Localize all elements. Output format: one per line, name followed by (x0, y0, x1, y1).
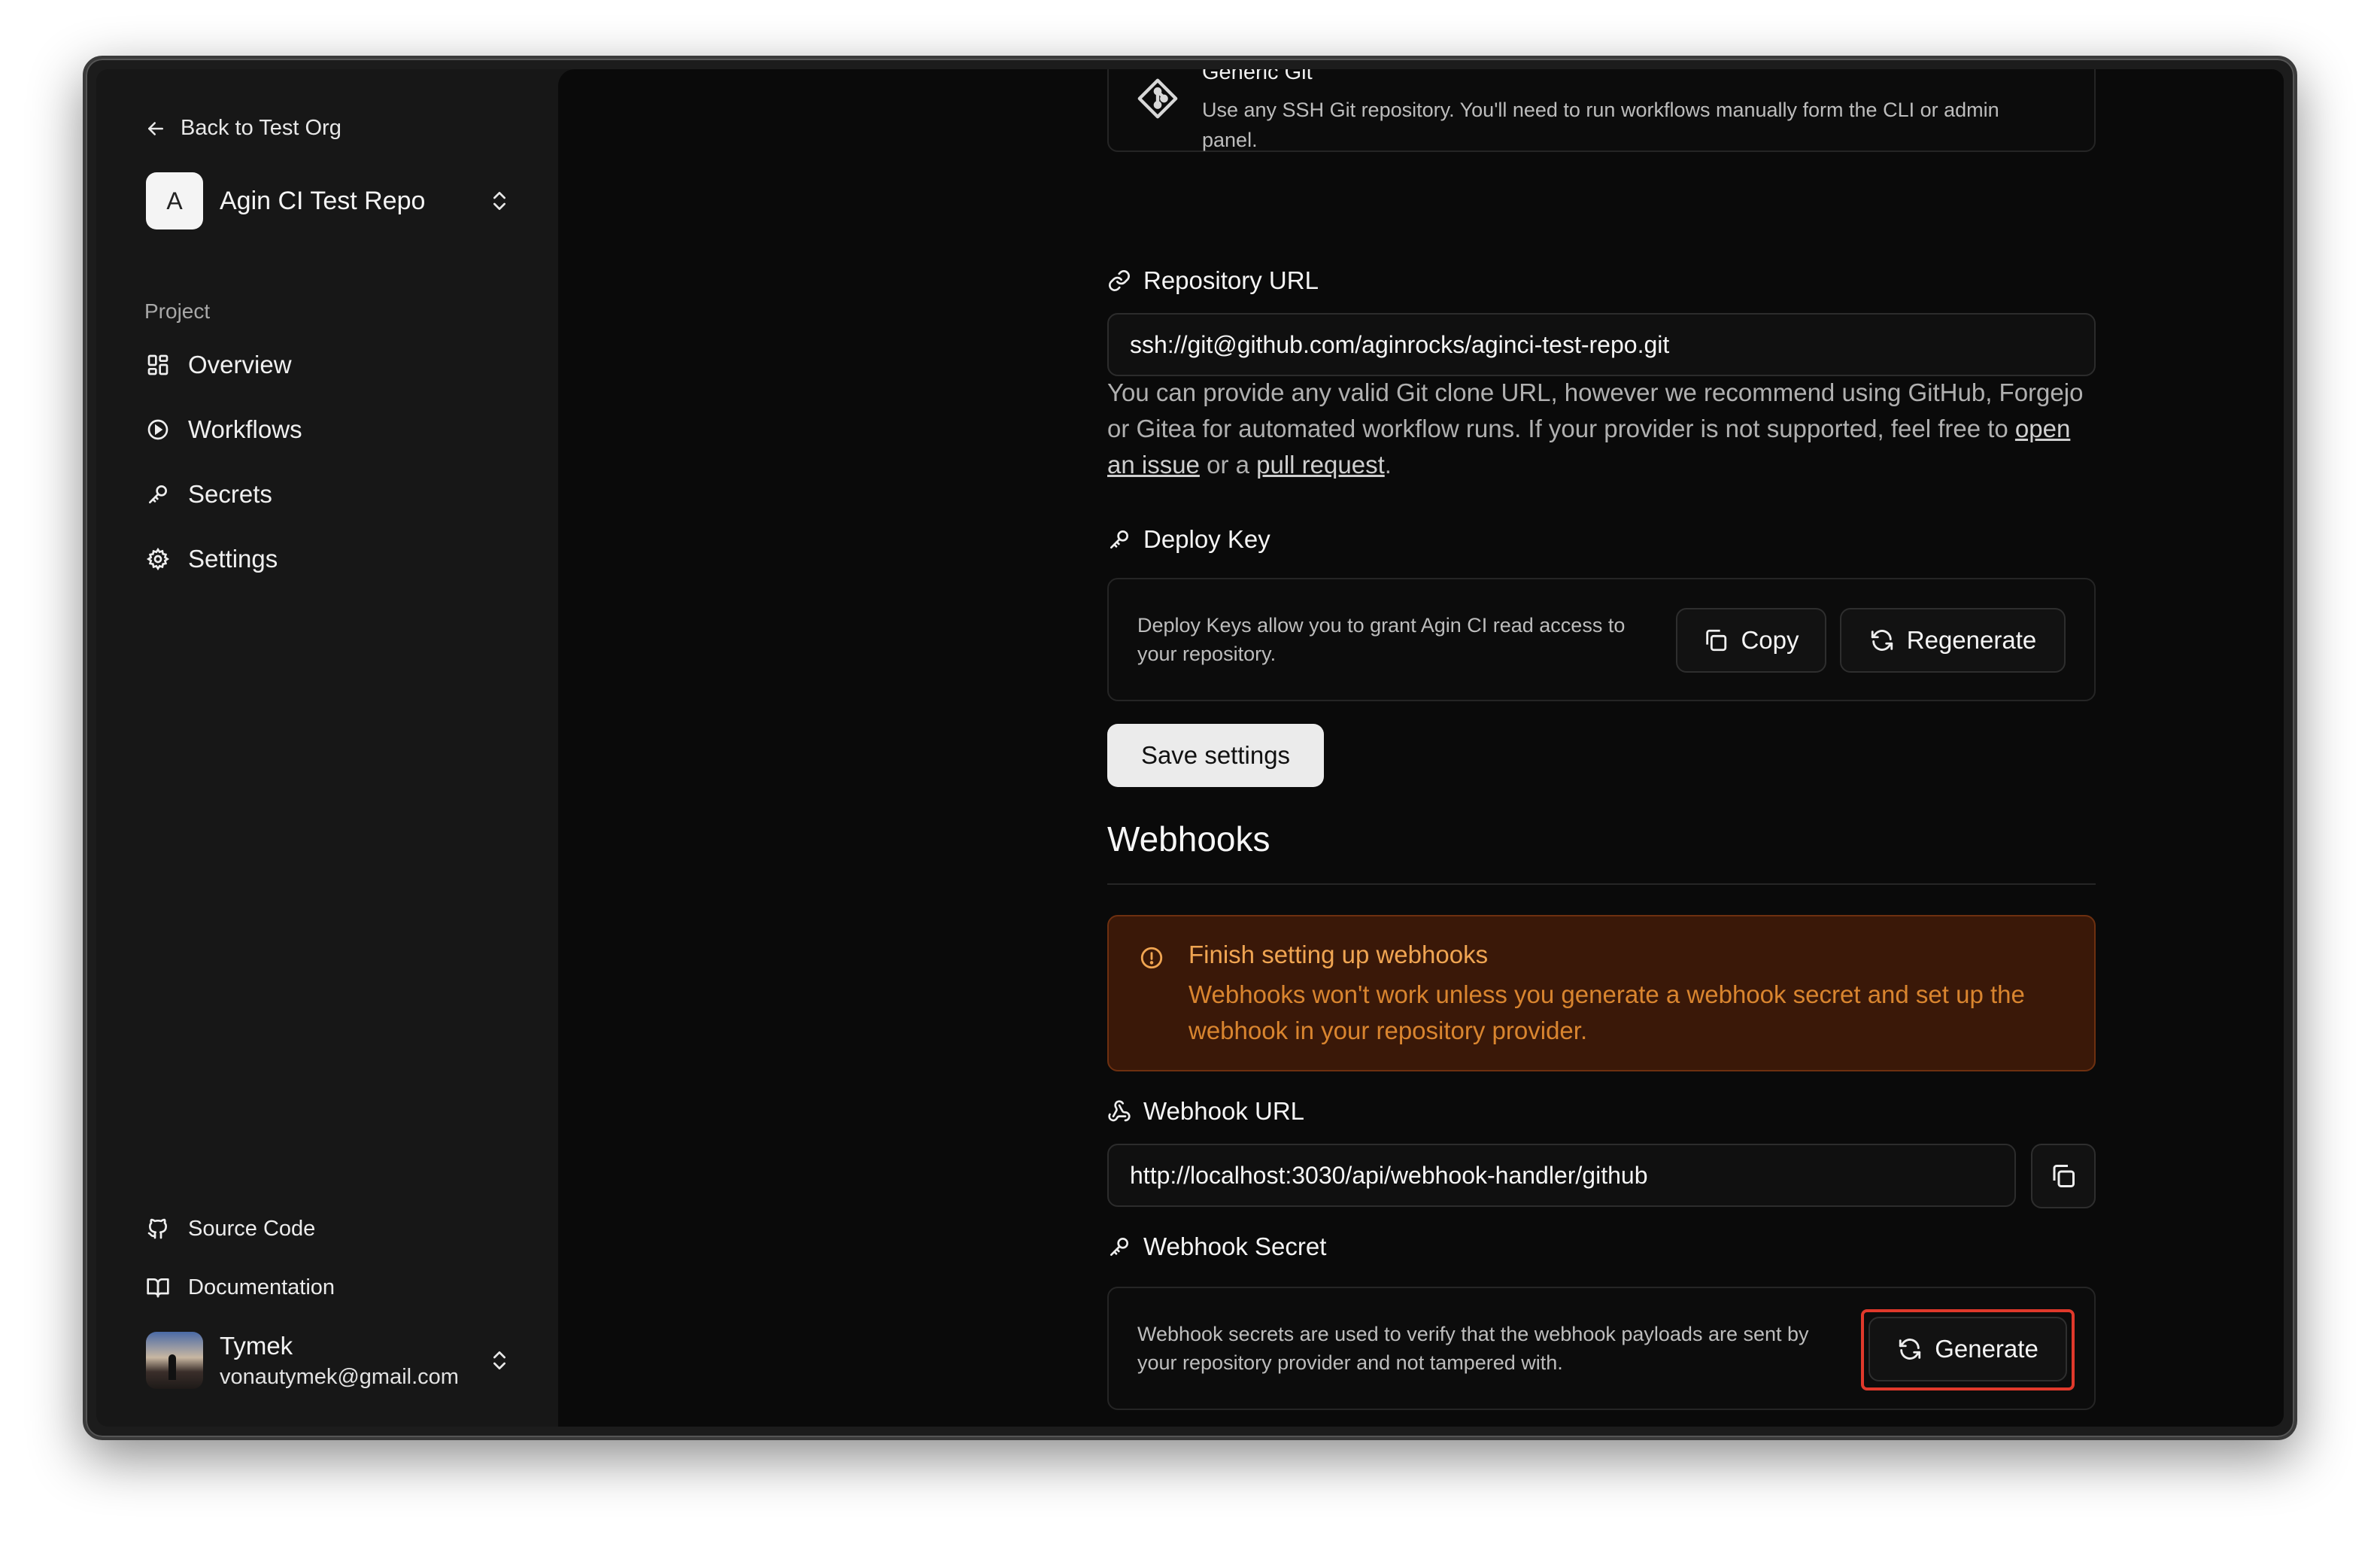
overview-icon (147, 354, 168, 375)
sidebar: Back to Test Org A Agin CI Test Repo Pro… (96, 69, 558, 1427)
project-avatar: A (146, 172, 203, 229)
alert-circle-icon (1140, 947, 1163, 969)
copy-webhook-url-button[interactable] (2031, 1144, 2096, 1208)
chevron-up-down-icon (493, 1351, 505, 1369)
refresh-icon (1899, 1339, 1921, 1360)
section-divider (1107, 883, 2096, 885)
project-switcher[interactable]: A Agin CI Test Repo (138, 167, 522, 235)
book-icon (147, 1278, 169, 1298)
sidebar-item-label: Workflows (188, 415, 302, 443)
key-icon (1110, 530, 1128, 549)
generic-git-description: Use any SSH Git repository. You'll need … (1202, 99, 1999, 151)
user-name: Tymek (220, 1331, 293, 1360)
git-icon (1137, 78, 1178, 119)
key-icon (1110, 1238, 1128, 1256)
avatar (146, 1332, 203, 1389)
webhook-url-label: Webhook URL (1107, 1097, 1304, 1126)
sidebar-item-label: Settings (188, 545, 278, 573)
webhook-secret-label-text: Webhook Secret (1143, 1232, 1327, 1260)
webhook-url-label-text: Webhook URL (1143, 1097, 1305, 1125)
pull-request-link[interactable]: pull request (1256, 451, 1385, 479)
chevron-up-down-icon (493, 191, 505, 210)
sidebar-item-label: Secrets (188, 480, 272, 508)
deploy-key-label-text: Deploy Key (1143, 525, 1270, 553)
source-code-label: Source Code (188, 1216, 316, 1241)
sidebar-item-workflows[interactable]: Workflows (138, 397, 522, 462)
back-to-org-link[interactable]: Back to Test Org (144, 116, 342, 141)
project-name: Agin CI Test Repo (220, 186, 426, 215)
link-icon (1109, 270, 1130, 291)
source-code-link[interactable]: Source Code (138, 1199, 522, 1258)
copy-button-label: Copy (1741, 626, 1799, 654)
repository-url-label: Repository URL (1107, 266, 1319, 295)
documentation-label: Documentation (188, 1275, 335, 1299)
app-frame: Back to Test Org A Agin CI Test Repo Pro… (96, 69, 2284, 1427)
play-circle-icon (147, 419, 168, 440)
deploy-key-card: Deploy Keys allow you to grant Agin CI r… (1107, 578, 2096, 701)
copy-icon (1706, 629, 1727, 652)
save-settings-button[interactable]: Save settings (1107, 724, 1324, 787)
project-nav: Overview Workflows Secrets Settings (138, 333, 522, 591)
generic-git-title: Generic Git (1202, 69, 1313, 84)
generate-webhook-secret-button[interactable]: Generate (1868, 1317, 2067, 1381)
deploy-key-label: Deploy Key (1107, 525, 1270, 554)
alert-title: Finish setting up webhooks (1188, 941, 1489, 968)
webhooks-section-title: Webhooks (1107, 819, 1270, 859)
repository-url-input[interactable]: ssh://git@github.com/aginrocks/aginci-te… (1107, 313, 2096, 376)
documentation-link[interactable]: Documentation (138, 1258, 522, 1317)
key-icon (149, 485, 167, 503)
alert-description: Webhooks won't work unless you generate … (1188, 980, 2025, 1044)
back-link-label: Back to Test Org (181, 116, 342, 140)
arrow-left-icon (148, 121, 163, 135)
generic-git-option-card[interactable]: Generic Git Use any SSH Git repository. … (1107, 69, 2096, 152)
sidebar-footer-links: Source Code Documentation (138, 1199, 522, 1317)
sidebar-item-secrets[interactable]: Secrets (138, 462, 522, 527)
user-menu[interactable]: Tymek vonautymek@gmail.com (138, 1324, 522, 1397)
github-icon (147, 1218, 167, 1239)
gear-icon (146, 547, 170, 571)
sidebar-item-label: Overview (188, 351, 292, 378)
app-window: Back to Test Org A Agin CI Test Repo Pro… (83, 56, 2297, 1440)
refresh-icon (1871, 630, 1893, 651)
regenerate-button-label: Regenerate (1906, 626, 2037, 654)
deploy-key-description: Deploy Keys allow you to grant Agin CI r… (1137, 614, 1626, 665)
copy-deploy-key-button[interactable]: Copy (1676, 608, 1826, 673)
sidebar-item-overview[interactable]: Overview (138, 333, 522, 397)
webhook-setup-alert: Finish setting up webhooks Webhooks won'… (1107, 915, 2096, 1071)
copy-icon (2053, 1165, 2075, 1187)
help-text-suffix: . (1384, 451, 1392, 479)
main-panel: Generic Git Use any SSH Git repository. … (558, 69, 2284, 1427)
repository-url-label-text: Repository URL (1143, 266, 1319, 294)
help-text-middle: or a (1199, 451, 1257, 479)
nav-group-label: Project (144, 299, 211, 323)
webhook-url-input[interactable]: http://localhost:3030/api/webhook-handle… (1107, 1144, 2016, 1207)
sidebar-item-settings[interactable]: Settings (138, 527, 522, 591)
webhook-secret-description: Webhook secrets are used to verify that … (1137, 1323, 1809, 1374)
regenerate-deploy-key-button[interactable]: Regenerate (1840, 608, 2066, 673)
webhook-icon (1108, 1100, 1131, 1122)
help-text-prefix: You can provide any valid Git clone URL,… (1107, 378, 2084, 442)
generate-button-label: Generate (1935, 1335, 2038, 1363)
webhook-secret-card: Webhook secrets are used to verify that … (1107, 1287, 2096, 1410)
webhook-secret-label: Webhook Secret (1107, 1232, 1326, 1261)
user-email: vonautymek@gmail.com (220, 1364, 459, 1389)
repository-url-help: You can provide any valid Git clone URL,… (1107, 375, 2096, 483)
